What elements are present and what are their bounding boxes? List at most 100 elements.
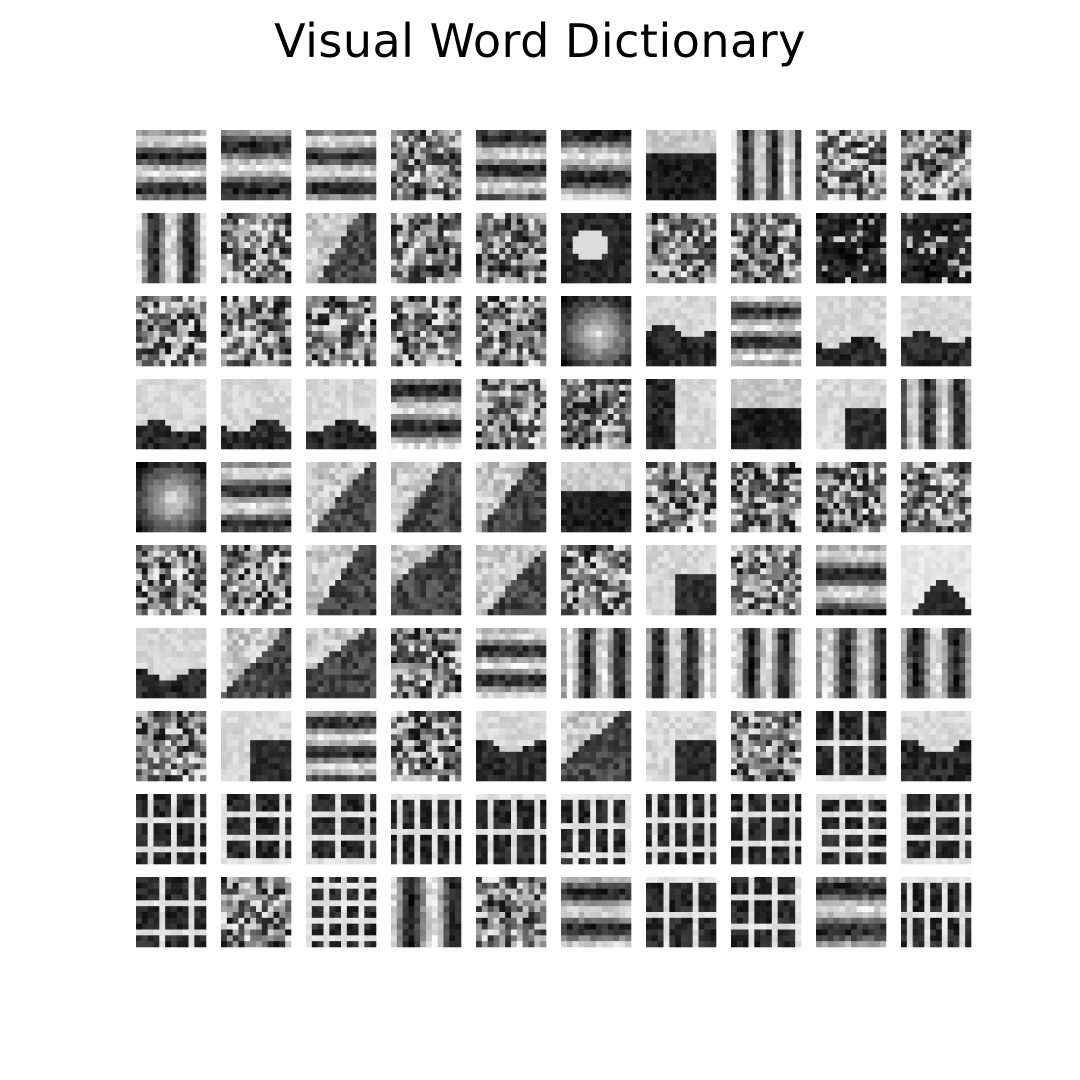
visual-word-patch [391, 130, 462, 201]
visual-word-patch [136, 711, 207, 782]
visual-word-patch [476, 628, 547, 699]
visual-word-patch [731, 462, 802, 533]
visual-word-patch [816, 462, 887, 533]
visual-word-patch [816, 711, 887, 782]
visual-word-patch [901, 379, 972, 450]
visual-word-patch [731, 379, 802, 450]
visual-word-patch [731, 711, 802, 782]
visual-word-patch [731, 296, 802, 367]
visual-word-patch [561, 877, 632, 948]
visual-word-patch [221, 130, 292, 201]
visual-word-patch [306, 545, 377, 616]
visual-word-patch [391, 213, 462, 284]
visual-word-patch [221, 794, 292, 865]
visual-word-patch [731, 628, 802, 699]
visual-word-patch [901, 794, 972, 865]
visual-word-patch [561, 794, 632, 865]
visual-word-patch [816, 545, 887, 616]
visual-word-patch [306, 794, 377, 865]
visual-word-patch [646, 462, 717, 533]
visual-word-patch [646, 794, 717, 865]
visual-word-patch [306, 462, 377, 533]
visual-word-patch [646, 711, 717, 782]
visual-word-patch [391, 628, 462, 699]
visual-word-patch [816, 628, 887, 699]
visual-word-patch [306, 213, 377, 284]
visual-word-patch [731, 877, 802, 948]
visual-word-patch [221, 213, 292, 284]
visual-word-patch [731, 213, 802, 284]
visual-word-patch [221, 877, 292, 948]
visual-word-patch [901, 213, 972, 284]
visual-word-patch [136, 130, 207, 201]
visual-word-patch [136, 628, 207, 699]
visual-word-patch [646, 877, 717, 948]
visual-word-patch [306, 296, 377, 367]
visual-word-patch [731, 794, 802, 865]
visual-word-patch [731, 130, 802, 201]
visual-word-patch [901, 296, 972, 367]
visual-word-patch [646, 628, 717, 699]
visual-word-patch [476, 794, 547, 865]
visual-word-patch [136, 877, 207, 948]
visual-word-patch [561, 545, 632, 616]
patch-grid [136, 130, 972, 948]
visual-word-patch [646, 296, 717, 367]
visual-word-patch [561, 130, 632, 201]
visual-word-patch [816, 794, 887, 865]
visual-word-patch [901, 462, 972, 533]
visual-word-patch [901, 877, 972, 948]
visual-word-patch [816, 296, 887, 367]
visual-word-patch [561, 379, 632, 450]
visual-word-patch [901, 130, 972, 201]
visual-word-patch [901, 628, 972, 699]
figure: Visual Word Dictionary [0, 0, 1080, 1080]
visual-word-patch [816, 877, 887, 948]
visual-word-patch [391, 877, 462, 948]
visual-word-patch [136, 379, 207, 450]
visual-word-patch [476, 130, 547, 201]
visual-word-patch [221, 711, 292, 782]
visual-word-patch [646, 379, 717, 450]
visual-word-patch [136, 794, 207, 865]
visual-word-patch [816, 379, 887, 450]
visual-word-patch [221, 379, 292, 450]
visual-word-patch [306, 628, 377, 699]
visual-word-patch [391, 711, 462, 782]
visual-word-patch [476, 462, 547, 533]
visual-word-patch [306, 379, 377, 450]
visual-word-patch [221, 462, 292, 533]
visual-word-patch [816, 213, 887, 284]
visual-word-patch [476, 213, 547, 284]
visual-word-patch [476, 711, 547, 782]
visual-word-patch [136, 296, 207, 367]
visual-word-patch [646, 545, 717, 616]
visual-word-patch [476, 379, 547, 450]
visual-word-patch [136, 545, 207, 616]
visual-word-patch [561, 296, 632, 367]
visual-word-patch [391, 794, 462, 865]
visual-word-patch [136, 462, 207, 533]
visual-word-patch [901, 545, 972, 616]
visual-word-patch [391, 379, 462, 450]
visual-word-patch [901, 711, 972, 782]
visual-word-patch [306, 130, 377, 201]
visual-word-patch [306, 711, 377, 782]
visual-word-patch [476, 877, 547, 948]
visual-word-patch [646, 213, 717, 284]
visual-word-patch [731, 545, 802, 616]
visual-word-patch [816, 130, 887, 201]
visual-word-patch [476, 545, 547, 616]
visual-word-patch [391, 462, 462, 533]
visual-word-patch [221, 628, 292, 699]
visual-word-patch [306, 877, 377, 948]
visual-word-patch [561, 628, 632, 699]
visual-word-patch [476, 296, 547, 367]
visual-word-patch [646, 130, 717, 201]
visual-word-patch [136, 213, 207, 284]
visual-word-patch [221, 545, 292, 616]
visual-word-patch [561, 213, 632, 284]
visual-word-patch [391, 296, 462, 367]
visual-word-patch [221, 296, 292, 367]
visual-word-patch [561, 462, 632, 533]
